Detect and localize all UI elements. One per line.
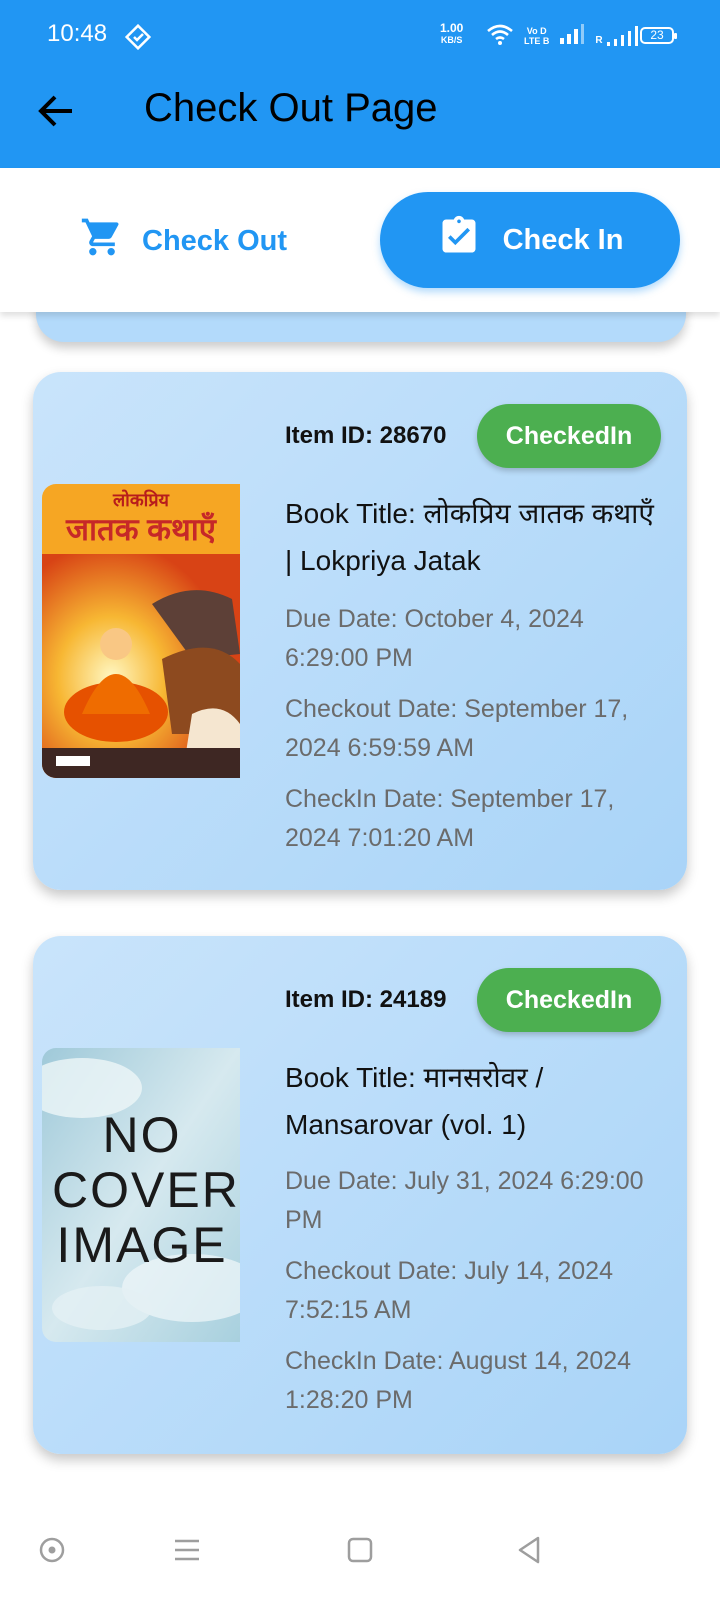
- checkin-date: CheckIn Date: September 17, 2024 7:01:20…: [285, 785, 615, 852]
- app-bar: 10:48 1.00 KB/S Vo D LTE B R 23 Check Ou…: [0, 0, 720, 168]
- signal-roaming-icon: R: [595, 26, 642, 46]
- back-arrow-icon[interactable]: [36, 91, 76, 131]
- vpn-icon: [124, 23, 152, 55]
- status-time: 10:48: [47, 20, 108, 47]
- checkin-date: CheckIn Date: August 14, 2024 1:28:20 PM: [285, 1347, 632, 1414]
- check-out-label: Check Out: [142, 224, 288, 257]
- wifi-icon: [486, 23, 514, 50]
- net-speed: 1.00 KB/S: [440, 21, 464, 45]
- no-cover-image: NO COVER IMAGE: [42, 1048, 240, 1342]
- back-triangle-icon[interactable]: [514, 1534, 546, 1566]
- square-icon[interactable]: [344, 1534, 376, 1566]
- signal-icon: [559, 23, 585, 49]
- book-title: Book Title: मानसरोवर / Mansarovar (vol. …: [285, 1062, 544, 1140]
- volte-icon: Vo D LTE B: [524, 26, 550, 46]
- cover-title-main: जातक कथाएँ: [66, 512, 216, 547]
- cart-icon: [80, 215, 124, 267]
- no-cover-label: NO COVER IMAGE: [52, 1107, 240, 1273]
- status-bar: 10:48 1.00 KB/S Vo D LTE B R 23: [0, 0, 720, 72]
- clipboard-check-icon: [437, 214, 481, 266]
- page-title: Check Out Page: [144, 86, 438, 130]
- book-title: Book Title: लोकप्रिय जातक कथाएँ | Lokpri…: [285, 498, 654, 576]
- checkout-checkin-toggle: Check Out Check In: [0, 168, 720, 312]
- system-nav-bar: [0, 1500, 720, 1600]
- due-date: Due Date: October 4, 2024 6:29:00 PM: [285, 605, 584, 672]
- menu-icon[interactable]: [171, 1534, 203, 1566]
- list-item[interactable]: NO COVER IMAGE Item ID: 24189 CheckedIn …: [33, 936, 687, 1454]
- due-date: Due Date: July 31, 2024 6:29:00 PM: [285, 1167, 644, 1234]
- status-badge: CheckedIn: [477, 968, 661, 1032]
- list-item-partial[interactable]: [36, 312, 686, 342]
- home-circle-icon[interactable]: [36, 1534, 68, 1566]
- checkout-date: Checkout Date: September 17, 2024 6:59:5…: [285, 695, 629, 762]
- battery-icon: 23: [640, 27, 677, 44]
- status-badge: CheckedIn: [477, 404, 661, 468]
- checkin-list[interactable]: लोकप्रिय जातक कथाएँ Item ID: 28670 Check…: [0, 312, 720, 1500]
- list-item[interactable]: लोकप्रिय जातक कथाएँ Item ID: 28670 Check…: [33, 372, 687, 890]
- item-id: Item ID: 24189: [285, 986, 447, 1013]
- checkout-date: Checkout Date: July 14, 2024 7:52:15 AM: [285, 1257, 613, 1324]
- check-in-label: Check In: [502, 223, 624, 256]
- check-out-button[interactable]: Check Out: [80, 216, 287, 266]
- check-in-button[interactable]: Check In: [380, 192, 680, 288]
- item-id: Item ID: 28670: [285, 422, 447, 449]
- book-cover-image: लोकप्रिय जातक कथाएँ: [42, 484, 240, 778]
